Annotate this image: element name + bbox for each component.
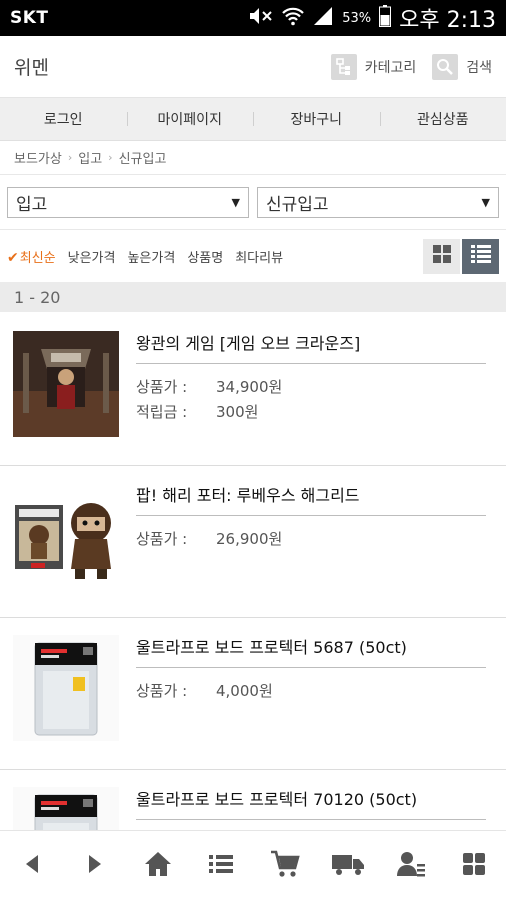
product-points-row: 적립금 : 300원 — [136, 401, 486, 422]
search-label: 검색 — [466, 59, 492, 76]
product-item[interactable]: 울트라프로 보드 프로텍터 5687 (50ct) 상품가 : 4,000원 — [0, 618, 506, 770]
grid-menu-button[interactable] — [452, 844, 496, 888]
grid-view-button[interactable] — [423, 238, 460, 274]
points-label: 적립금 : — [136, 403, 188, 421]
mute-icon — [248, 6, 274, 31]
result-range-label: 1 - 20 — [14, 287, 61, 307]
breadcrumb-item[interactable]: 보드가상 — [14, 148, 62, 167]
product-item[interactable]: 팝! 해리 포터: 루베우스 해그리드 상품가 : 26,900원 — [0, 466, 506, 618]
category-select-value: 입고 — [16, 194, 48, 215]
arrow-left-icon — [22, 853, 42, 879]
status-bar: SKT 53% 오후 2:13 — [0, 0, 506, 36]
grid-icon — [462, 852, 486, 880]
product-info: 왕관의 게임 [게임 오브 크라운즈] 상품가 : 34,900원 적립금 : … — [136, 330, 486, 465]
search-button[interactable]: 검색 — [432, 53, 492, 80]
product-image[interactable] — [12, 634, 120, 742]
menu-cart[interactable]: 장바구니 — [253, 109, 380, 129]
dropdown-arrow-icon: ▼ — [481, 195, 490, 209]
product-price: 26,900원 — [216, 530, 283, 548]
home-button[interactable] — [136, 844, 180, 888]
product-price-row: 상품가 : 34,900원 — [136, 376, 486, 397]
sort-newest-label: 최신순 — [19, 250, 56, 266]
sort-high-price[interactable]: 높은가격 — [127, 247, 175, 266]
check-icon: ✔ — [7, 249, 19, 266]
category-button[interactable]: 카테고리 — [330, 53, 417, 80]
clock: 오후 2:13 — [399, 8, 496, 33]
arrow-right-icon — [85, 853, 105, 879]
back-button[interactable] — [10, 844, 54, 888]
product-info: 울트라프로 보드 프로텍터 5687 (50ct) 상품가 : 4,000원 — [136, 634, 486, 769]
mypage-button[interactable] — [389, 844, 433, 888]
category-label: 카테고리 — [364, 59, 417, 76]
breadcrumb-item[interactable]: 입고 — [78, 148, 102, 167]
product-price-row: 상품가 : 4,000원 — [136, 680, 486, 701]
product-info: 울트라프로 보드 프로텍터 70120 (50ct) — [136, 786, 486, 830]
category-select[interactable]: 입고 ▼ — [7, 186, 249, 218]
breadcrumb-item[interactable]: 신규입고 — [119, 148, 167, 167]
menu-wishlist[interactable]: 관심상품 — [379, 109, 506, 129]
product-price: 34,900원 — [216, 378, 283, 396]
top-menu: 로그인 마이페이지 장바구니 관심상품 — [0, 98, 506, 141]
carrier-label: SKT — [10, 8, 49, 28]
product-list: 왕관의 게임 [게임 오브 크라운즈] 상품가 : 34,900원 적립금 : … — [0, 314, 506, 830]
cart-button[interactable] — [263, 844, 307, 888]
product-image[interactable] — [12, 786, 120, 830]
dropdown-arrow-icon: ▼ — [231, 195, 240, 209]
chevron-right-icon: › — [108, 151, 113, 164]
menu-mypage[interactable]: 마이페이지 — [126, 109, 254, 129]
delivery-button[interactable] — [326, 844, 370, 888]
sort-bar: ✔최신순 낮은가격 높은가격 상품명 최다리뷰 — [0, 230, 506, 282]
category-icon — [330, 53, 357, 80]
truck-icon — [331, 852, 365, 880]
cart-icon — [270, 850, 300, 882]
breadcrumb: 보드가상 › 입고 › 신규입고 — [0, 141, 506, 175]
user-list-icon — [396, 850, 426, 882]
product-name[interactable]: 울트라프로 보드 프로텍터 5687 (50ct) — [136, 634, 486, 668]
sort-newest[interactable]: ✔최신순 — [7, 247, 56, 266]
menu-list-button[interactable] — [199, 844, 243, 888]
list-view-button[interactable] — [462, 238, 499, 274]
price-label: 상품가 : — [136, 682, 188, 700]
menu-login[interactable]: 로그인 — [0, 109, 127, 129]
search-icon — [432, 53, 459, 80]
product-image[interactable] — [12, 330, 120, 438]
bottom-nav — [0, 830, 506, 900]
wifi-icon — [282, 6, 304, 31]
product-points: 300원 — [216, 403, 259, 421]
product-item[interactable]: 왕관의 게임 [게임 오브 크라운즈] 상품가 : 34,900원 적립금 : … — [0, 314, 506, 466]
chevron-right-icon: › — [67, 151, 73, 164]
list-icon — [470, 244, 492, 268]
filter-selects: 입고 ▼ 신규입고 ▼ — [0, 175, 506, 230]
subcategory-select[interactable]: 신규입고 ▼ — [257, 186, 499, 218]
product-name[interactable]: 왕관의 게임 [게임 오브 크라운즈] — [136, 330, 486, 364]
sort-name[interactable]: 상품명 — [187, 247, 223, 266]
product-image[interactable] — [12, 482, 120, 590]
signal-icon — [312, 6, 334, 31]
product-item[interactable]: 울트라프로 보드 프로텍터 70120 (50ct) — [0, 770, 506, 830]
product-name[interactable]: 팝! 해리 포터: 루베우스 해그리드 — [136, 482, 486, 516]
battery-percent: 53% — [342, 10, 372, 26]
forward-button[interactable] — [73, 844, 117, 888]
grid-icon — [432, 244, 452, 268]
product-info: 팝! 해리 포터: 루베우스 해그리드 상품가 : 26,900원 — [136, 482, 486, 617]
view-toggle — [423, 238, 499, 274]
subcategory-select-value: 신규입고 — [266, 194, 329, 215]
home-icon — [144, 851, 172, 881]
sort-most-reviews[interactable]: 최다리뷰 — [235, 247, 283, 266]
product-name[interactable]: 울트라프로 보드 프로텍터 70120 (50ct) — [136, 786, 486, 820]
result-range: 1 - 20 — [0, 282, 506, 312]
battery-icon — [379, 4, 392, 32]
app-header: 위멘 카테고리 검색 — [0, 36, 506, 98]
price-label: 상품가 : — [136, 378, 188, 396]
product-price-row: 상품가 : 26,900원 — [136, 528, 486, 549]
product-price: 4,000원 — [216, 682, 273, 700]
site-logo[interactable]: 위멘 — [14, 53, 49, 80]
sort-low-price[interactable]: 낮은가격 — [68, 247, 116, 266]
price-label: 상품가 : — [136, 530, 188, 548]
list-icon — [208, 853, 234, 879]
